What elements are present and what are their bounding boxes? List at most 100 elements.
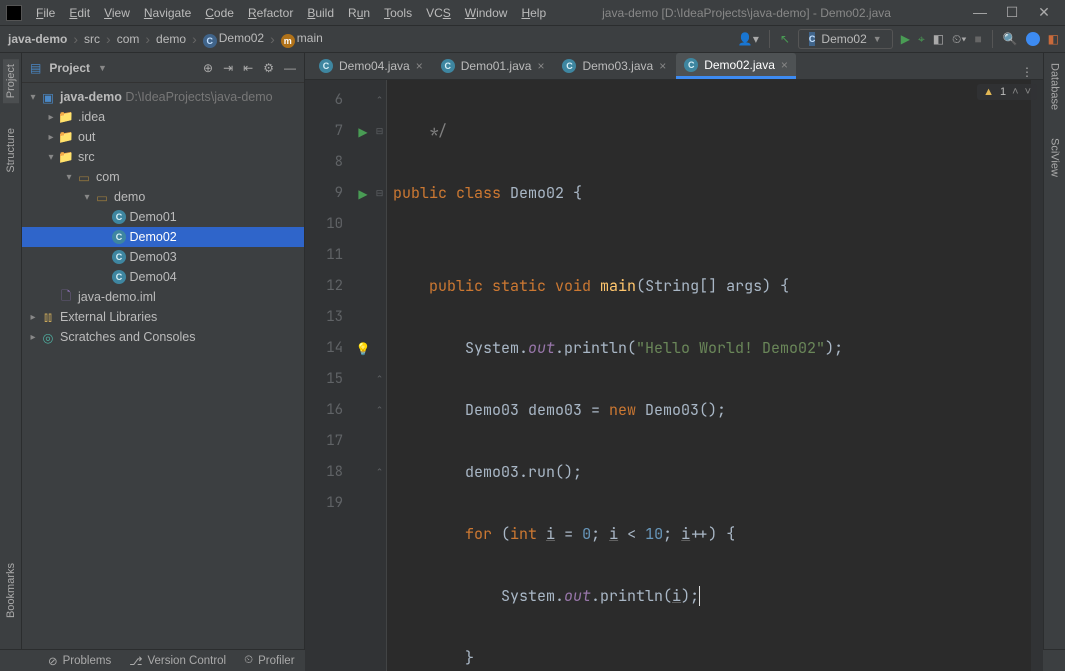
chevron-right-icon[interactable]: ▸ (26, 312, 40, 323)
fold-open-icon[interactable]: ⊟ (373, 178, 386, 209)
fold-open-icon[interactable]: ⊟ (373, 116, 386, 147)
tool-tab-project[interactable]: Project (3, 59, 19, 103)
tool-tab-problems[interactable]: ⊘Problems (48, 654, 111, 668)
bc-demo[interactable]: demo (154, 30, 188, 48)
tool-tab-profiler[interactable]: ⏲Profiler (244, 654, 294, 667)
tree-root[interactable]: ▾ ▣ java-demo D:\IdeaProjects\java-demo (22, 87, 304, 107)
menu-view[interactable]: View (98, 4, 136, 22)
minimize-button[interactable]: — (973, 4, 987, 21)
close-icon[interactable]: × (781, 58, 788, 72)
menu-help[interactable]: Help (515, 4, 552, 22)
tree-class-demo01[interactable]: C Demo01 (22, 207, 304, 227)
editor-tab-demo02[interactable]: C Demo02.java × (676, 53, 796, 79)
collapse-icon[interactable]: ⇤ (243, 61, 253, 75)
warning-icon: ▲ (983, 86, 994, 98)
editor-tab-demo03[interactable]: C Demo03.java × (554, 53, 674, 79)
menu-code[interactable]: Code (199, 4, 240, 22)
class-icon: C (319, 59, 333, 73)
menu-tools[interactable]: Tools (378, 4, 418, 22)
inspection-widget[interactable]: ▲ 1 ˄ ˅ (977, 84, 1037, 100)
close-button[interactable]: ✕ (1037, 4, 1051, 21)
chevron-down-icon[interactable]: ˅ (1025, 86, 1031, 98)
project-panel-title[interactable]: Project (49, 61, 90, 75)
chevron-right-icon[interactable]: ▸ (44, 132, 58, 143)
tool-tab-structure[interactable]: Structure (3, 123, 19, 178)
fold-end-icon[interactable]: ⌃ (373, 395, 386, 426)
tree-src[interactable]: ▾ 📁 src (22, 147, 304, 167)
chevron-right-icon[interactable]: ▸ (26, 332, 40, 343)
stop-button[interactable]: ■ (974, 32, 981, 46)
tree-out[interactable]: ▸ 📁 out (22, 127, 304, 147)
editor-tab-demo01[interactable]: C Demo01.java × (433, 53, 553, 79)
run-gutter-icon[interactable]: ▶ (358, 125, 367, 139)
tool-tab-vcs[interactable]: ⎇Version Control (129, 654, 226, 668)
close-icon[interactable]: × (659, 59, 666, 73)
user-icon[interactable]: 👤▾ (738, 32, 759, 46)
main-menu: File Edit View Navigate Code Refactor Bu… (30, 4, 552, 22)
chevron-down-icon[interactable]: ▾ (44, 152, 58, 163)
tool-tab-sciview[interactable]: SciView (1048, 134, 1062, 181)
tree-idea[interactable]: ▸ 📁 .idea (22, 107, 304, 127)
run-config-select[interactable]: C Demo02 ▼ (798, 29, 893, 49)
fold-end-icon[interactable]: ⌃ (373, 457, 386, 488)
tree-class-demo02[interactable]: C Demo02 (22, 227, 304, 247)
code-editor[interactable]: ▲ 1 ˄ ˅ 678910111213141516171819 ▶ ▶ 💡 ⌃… (305, 80, 1043, 671)
tab-options-icon[interactable]: ⋮ (1011, 65, 1043, 79)
expand-icon[interactable]: ⇥ (223, 61, 233, 75)
tree-class-demo03[interactable]: C Demo03 (22, 247, 304, 267)
tool-tab-bookmarks[interactable]: Bookmarks (3, 558, 19, 623)
tree-class-demo04[interactable]: C Demo04 (22, 267, 304, 287)
tree-iml[interactable]: 🗋 java-demo.iml (22, 287, 304, 307)
chevron-up-icon[interactable]: ˄ (1012, 86, 1018, 98)
menu-window[interactable]: Window (459, 4, 514, 22)
chevron-down-icon[interactable]: ▾ (62, 172, 76, 183)
menu-build[interactable]: Build (301, 4, 340, 22)
close-icon[interactable]: × (537, 59, 544, 73)
class-icon: C (112, 270, 126, 284)
maximize-button[interactable]: ☐ (1005, 4, 1019, 21)
gear-icon[interactable]: ⚙ (263, 61, 274, 75)
coverage-button[interactable]: ◧ (933, 32, 944, 46)
tree-demo[interactable]: ▾ ▭ demo (22, 187, 304, 207)
tab-label: Demo02.java (704, 58, 775, 72)
bc-project[interactable]: java-demo (6, 30, 69, 48)
build-icon[interactable]: ↖ (780, 32, 790, 46)
close-icon[interactable]: × (416, 59, 423, 73)
code-content[interactable]: */ public class Demo02 { public static v… (387, 80, 1031, 671)
bc-class[interactable]: CDemo02 (201, 29, 266, 50)
bc-method[interactable]: mmain (279, 29, 325, 50)
run-button[interactable]: ▶ (901, 32, 910, 46)
menu-vcs[interactable]: VCS (420, 4, 457, 22)
chevron-right-icon[interactable]: ▸ (44, 112, 58, 123)
bc-com[interactable]: com (115, 30, 142, 48)
tree-ext-lib[interactable]: ▸ ⫾⫾ External Libraries (22, 307, 304, 327)
sync-icon[interactable] (1026, 32, 1040, 46)
menu-run[interactable]: Run (342, 4, 376, 22)
editor-area: C Demo04.java × C Demo01.java × C Demo03… (305, 53, 1043, 649)
editor-tab-demo04[interactable]: C Demo04.java × (311, 53, 431, 79)
fold-end-icon[interactable]: ⌃ (373, 364, 386, 395)
bc-src[interactable]: src (82, 30, 102, 48)
intention-bulb-icon[interactable]: 💡 (356, 342, 371, 356)
chevron-down-icon[interactable]: ▾ (26, 92, 40, 103)
menu-edit[interactable]: Edit (63, 4, 96, 22)
menu-file[interactable]: File (30, 4, 61, 22)
tree-scratches[interactable]: ▸ ◎ Scratches and Consoles (22, 327, 304, 347)
hide-panel-icon[interactable]: — (284, 61, 296, 75)
debug-button[interactable]: ⌖ (918, 32, 925, 47)
menu-refactor[interactable]: Refactor (242, 4, 299, 22)
fold-end-icon[interactable]: ⌃ (373, 85, 386, 116)
chevron-right-icon: › (270, 31, 275, 47)
chevron-down-icon[interactable]: ▾ (80, 192, 94, 203)
chevron-right-icon: › (192, 31, 197, 47)
tool-tab-database[interactable]: Database (1048, 59, 1062, 114)
ide-tools-icon[interactable]: ◧ (1048, 32, 1059, 46)
menu-navigate[interactable]: Navigate (138, 4, 197, 22)
search-icon[interactable]: 🔍 (1003, 32, 1018, 46)
profile-button[interactable]: ⏲▾ (952, 32, 966, 47)
select-opened-icon[interactable]: ⊕ (203, 61, 213, 75)
run-gutter-icon[interactable]: ▶ (358, 187, 367, 201)
tree-com[interactable]: ▾ ▭ com (22, 167, 304, 187)
chevron-down-icon[interactable]: ▼ (98, 63, 107, 73)
error-stripe[interactable] (1031, 80, 1043, 671)
